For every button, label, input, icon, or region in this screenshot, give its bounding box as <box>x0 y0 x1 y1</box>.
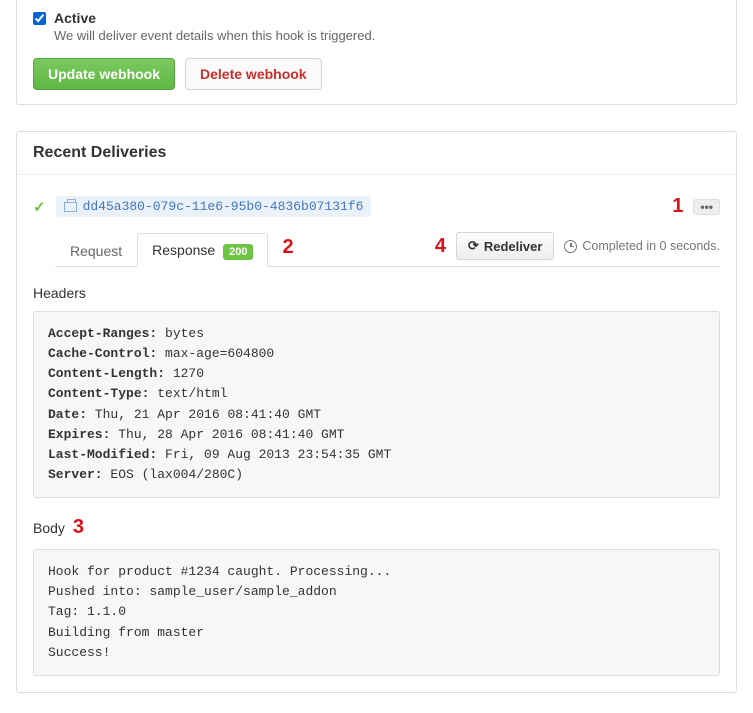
delivery-row: ✓ dd45a380-079c-11e6-95b0-4836b07131f6 1… <box>33 191 720 232</box>
tab-response[interactable]: Response 200 <box>137 233 268 267</box>
completed-text: Completed in 0 seconds. <box>564 239 720 253</box>
annotation-4: 4 <box>435 235 446 258</box>
active-checkbox[interactable] <box>33 12 46 25</box>
delivery-id-link[interactable]: dd45a380-079c-11e6-95b0-4836b07131f6 <box>56 196 372 217</box>
clock-icon <box>564 240 577 253</box>
recent-deliveries-title: Recent Deliveries <box>17 132 736 175</box>
active-label: Active <box>54 10 375 26</box>
annotation-3: 3 <box>73 516 84 539</box>
redeliver-button[interactable]: ⟳ Redeliver <box>456 232 554 260</box>
status-badge: 200 <box>223 244 253 260</box>
update-webhook-button[interactable]: Update webhook <box>33 58 175 90</box>
headers-block: Accept-Ranges: bytes Cache-Control: max-… <box>33 311 720 498</box>
body-block: Hook for product #1234 caught. Processin… <box>33 549 720 676</box>
active-checkbox-row: Active We will deliver event details whe… <box>33 10 720 43</box>
more-actions-button[interactable]: ••• <box>693 199 720 215</box>
reload-icon: ⟳ <box>468 238 479 254</box>
annotation-2: 2 <box>282 236 293 259</box>
redeliver-label: Redeliver <box>484 239 543 254</box>
button-row: Update webhook Delete webhook <box>33 58 720 90</box>
delete-webhook-button[interactable]: Delete webhook <box>185 58 322 90</box>
webhook-settings-panel: Active We will deliver event details whe… <box>16 0 737 105</box>
tab-response-label: Response <box>152 242 215 258</box>
recent-deliveries-panel: Recent Deliveries ✓ dd45a380-079c-11e6-9… <box>16 131 737 693</box>
tabs-row: Request Response 200 2 4 ⟳ Redeliver Com… <box>55 232 720 267</box>
body-label: Body <box>33 520 65 536</box>
delivery-id-text: dd45a380-079c-11e6-95b0-4836b07131f6 <box>83 199 364 214</box>
check-icon: ✓ <box>33 198 46 216</box>
tab-request[interactable]: Request <box>55 234 137 267</box>
headers-label: Headers <box>33 285 720 301</box>
body-label-row: Body 3 <box>33 516 720 539</box>
annotation-1: 1 <box>672 195 683 218</box>
package-icon <box>64 202 77 212</box>
completed-label: Completed in 0 seconds. <box>582 239 720 253</box>
active-description: We will deliver event details when this … <box>54 28 375 43</box>
